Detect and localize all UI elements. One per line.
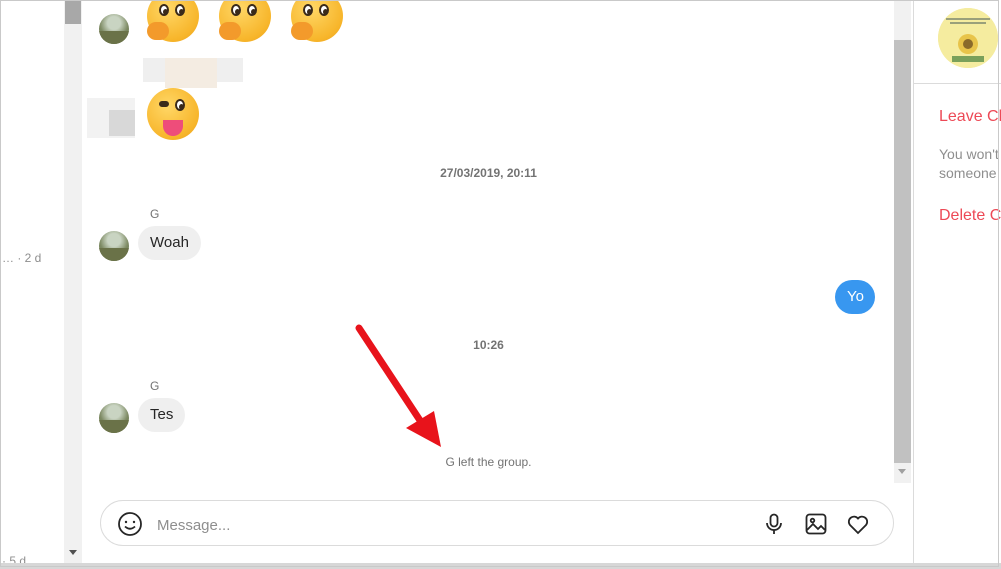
thinking-emoji-icon <box>219 0 271 42</box>
image-icon[interactable] <box>803 511 829 537</box>
thinking-emoji-icon <box>147 0 199 42</box>
redacted-block <box>109 110 135 136</box>
scrollbar-thumb[interactable] <box>65 0 81 24</box>
details-divider <box>914 83 1001 84</box>
emoji-icon[interactable] <box>117 511 143 537</box>
avatar[interactable] <box>99 403 129 433</box>
message-thread: 27/03/2019, 20:11 G Woah Yo 10:26 G Tes … <box>83 0 894 490</box>
message-timestamp: 27/03/2019, 20:11 <box>440 166 537 180</box>
redacted-block <box>165 58 217 88</box>
leave-chat-note: You won't <box>939 146 999 162</box>
avatar[interactable] <box>99 231 129 261</box>
chat-scrollbar[interactable] <box>894 0 911 483</box>
avatar[interactable] <box>99 14 129 44</box>
message-composer <box>100 500 894 546</box>
microphone-icon[interactable] <box>761 511 787 537</box>
sender-name: G <box>150 207 160 221</box>
thread-list-scrollbar[interactable] <box>64 0 82 563</box>
winking-tongue-emoji-icon <box>147 88 199 140</box>
delete-chat-button[interactable]: Delete C <box>939 207 1001 225</box>
thread-time-label[interactable]: … · 2 d <box>2 251 41 265</box>
message-bubble-incoming[interactable]: Woah <box>138 226 201 260</box>
window-bottom-edge <box>0 563 1001 569</box>
group-avatar[interactable] <box>938 8 998 68</box>
leave-chat-button[interactable]: Leave Ch <box>939 108 1001 126</box>
system-message: G left the group. <box>445 455 532 469</box>
thread-list: … · 2 d · 5 d <box>0 0 64 568</box>
details-panel: Leave Ch You won't someone Delete C <box>914 0 1001 563</box>
heart-icon[interactable] <box>845 511 871 537</box>
sender-name: G <box>150 379 160 393</box>
scroll-down-arrow-icon[interactable] <box>69 550 77 555</box>
leave-chat-note: someone <box>939 165 997 181</box>
message-bubble-outgoing[interactable]: Yo <box>835 280 875 314</box>
message-timestamp: 10:26 <box>473 338 504 352</box>
thinking-emoji-icon <box>291 0 343 42</box>
scroll-down-arrow-icon[interactable] <box>898 469 906 474</box>
scrollbar-thumb[interactable] <box>894 40 911 463</box>
message-input[interactable] <box>155 513 739 537</box>
message-bubble-incoming[interactable]: Tes <box>138 398 186 432</box>
